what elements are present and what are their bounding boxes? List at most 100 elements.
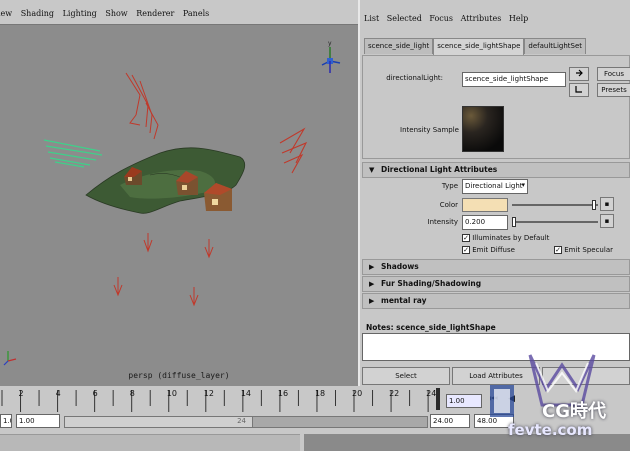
color-swatch[interactable] bbox=[462, 198, 508, 212]
camera-label: persp (diffuse_layer) bbox=[128, 371, 230, 380]
emit-diffuse-row[interactable]: ✓ Emit Diffuse bbox=[462, 246, 515, 254]
start-time-field[interactable]: 1.00 bbox=[0, 414, 12, 428]
frame-tick-label: 4 bbox=[56, 389, 61, 398]
illuminates-default-row[interactable]: ✓ Illuminates by Default bbox=[462, 234, 549, 242]
frame-tick-label: 24 bbox=[426, 389, 436, 398]
frame-tick-label: 10 bbox=[167, 389, 177, 398]
tab-scence-side-light-shape[interactable]: scence_side_lightShape bbox=[433, 38, 525, 55]
select-button[interactable]: Select bbox=[362, 367, 450, 385]
command-line[interactable] bbox=[0, 434, 300, 451]
expand-right-icon: ▶ bbox=[369, 280, 375, 288]
menu-panels[interactable]: Panels bbox=[183, 9, 209, 18]
range-start-field[interactable]: 1.00 bbox=[16, 414, 60, 428]
emit-diffuse-label: Emit Diffuse bbox=[472, 246, 515, 254]
intensity-sample-label: Intensity Sample bbox=[400, 126, 459, 134]
ambient-light-arrows[interactable] bbox=[43, 139, 103, 168]
chevron-down-icon: ▾ bbox=[521, 181, 525, 189]
expand-right-icon: ▶ bbox=[369, 263, 375, 271]
expand-right-icon: ▶ bbox=[369, 297, 375, 305]
illuminates-checkbox[interactable]: ✓ bbox=[462, 234, 470, 242]
section-fur-shading[interactable]: ▶ Fur Shading/Shadowing bbox=[362, 276, 630, 292]
emit-specular-label: Emit Specular bbox=[564, 246, 613, 254]
node-name-label: directionalLight: bbox=[386, 74, 443, 82]
ae-menu-list[interactable]: List bbox=[364, 14, 379, 23]
watermark-text-site: fevte.com bbox=[508, 421, 593, 439]
intensity-slider[interactable] bbox=[512, 221, 598, 223]
frame-tick-label: 14 bbox=[241, 389, 251, 398]
menu-shading[interactable]: Shading bbox=[21, 9, 54, 18]
perspective-viewport[interactable]: y persp (diffuse_layer) bbox=[0, 24, 358, 386]
checker-icon: ▪ bbox=[604, 200, 610, 208]
type-label: Type bbox=[441, 182, 458, 190]
light-type-dropdown[interactable]: Directional Light ▾ bbox=[462, 179, 528, 194]
light-type-value: Directional Light bbox=[465, 182, 523, 190]
range-slider-handle[interactable]: 24 bbox=[65, 417, 253, 427]
frame-tick-label: 18 bbox=[315, 389, 325, 398]
ae-menu-focus[interactable]: Focus bbox=[429, 14, 453, 23]
go-output-button[interactable] bbox=[569, 83, 589, 97]
section-shadows-title: Shadows bbox=[381, 262, 419, 271]
watermark-logo: CG時代 fevte.com bbox=[490, 345, 630, 451]
expand-down-icon: ▼ bbox=[369, 166, 375, 174]
ae-menu-help[interactable]: Help bbox=[509, 14, 528, 23]
directional-light-arrows-top[interactable] bbox=[125, 72, 159, 140]
intensity-label: Intensity bbox=[427, 218, 458, 226]
color-slider[interactable] bbox=[512, 204, 598, 206]
frame-tick-label: 20 bbox=[352, 389, 362, 398]
emit-specular-checkbox[interactable]: ✓ bbox=[554, 246, 562, 254]
ae-menu-attributes[interactable]: Attributes bbox=[461, 14, 502, 23]
section-directional-title: Directional Light Attributes bbox=[381, 165, 498, 174]
frame-tick-label: 16 bbox=[278, 389, 288, 398]
range-slider-end-label: 24 bbox=[237, 417, 246, 425]
intensity-field[interactable]: 0.200 bbox=[462, 215, 508, 230]
light-marker-icons[interactable] bbox=[113, 233, 214, 307]
menu-renderer[interactable]: Renderer bbox=[136, 9, 174, 18]
frame-tick-label: 22 bbox=[389, 389, 399, 398]
arrow-right-icon bbox=[576, 69, 583, 77]
svg-text:y: y bbox=[328, 40, 332, 47]
frame-tick-label: 12 bbox=[204, 389, 214, 398]
current-time-marker[interactable] bbox=[436, 388, 440, 410]
node-tabs: scence_side_light scence_side_lightShape d… bbox=[364, 38, 587, 55]
menu-lighting[interactable]: Lighting bbox=[63, 9, 97, 18]
frame-tick-label: 6 bbox=[93, 389, 98, 398]
attribute-editor-menubar: List Selected Focus Attributes Help bbox=[360, 0, 630, 28]
select-node-button[interactable] bbox=[569, 67, 589, 81]
frame-tick-label: 8 bbox=[130, 389, 135, 398]
node-name-field[interactable]: scence_side_lightShape bbox=[462, 72, 566, 87]
intensity-slider-handle[interactable] bbox=[512, 217, 516, 227]
intensity-map-button[interactable]: ▪ bbox=[600, 214, 614, 228]
presets-button[interactable]: Presets bbox=[597, 83, 630, 97]
range-slider[interactable]: 24 bbox=[64, 416, 428, 428]
menu-view[interactable]: iew bbox=[0, 9, 12, 18]
tab-default-light-set[interactable]: defaultLightSet bbox=[524, 38, 587, 54]
view-axis-gizmo-icon[interactable]: y bbox=[321, 40, 341, 73]
illuminates-label: Illuminates by Default bbox=[472, 234, 550, 242]
checker-icon: ▪ bbox=[604, 217, 610, 225]
color-slider-handle[interactable] bbox=[592, 200, 596, 210]
section-shadows[interactable]: ▶ Shadows bbox=[362, 259, 630, 275]
viewport-scene: y bbox=[3, 40, 341, 366]
watermark-text-cn: CG時代 bbox=[542, 401, 606, 422]
node-header: directionalLight: scence_side_lightShape… bbox=[362, 55, 630, 159]
frame-tick-label: 2 bbox=[19, 389, 24, 398]
emit-diffuse-checkbox[interactable]: ✓ bbox=[462, 246, 470, 254]
menu-show[interactable]: Show bbox=[105, 9, 127, 18]
attribute-editor: List Selected Focus Attributes Help scen… bbox=[358, 0, 630, 386]
color-label: Color bbox=[439, 201, 458, 209]
arrow-down-right-icon bbox=[575, 86, 582, 93]
intensity-sample-swatch bbox=[462, 106, 504, 152]
tab-scence-side-light[interactable]: scence_side_light bbox=[364, 38, 434, 54]
section-mental-ray[interactable]: ▶ mental ray bbox=[362, 293, 630, 309]
section-mental-ray-title: mental ray bbox=[381, 296, 427, 305]
directional-light-arrows-right[interactable] bbox=[279, 127, 308, 174]
current-frame-field[interactable]: 1.00 bbox=[446, 394, 482, 408]
ae-menu-selected[interactable]: Selected bbox=[387, 14, 422, 23]
emit-specular-row[interactable]: ✓ Emit Specular bbox=[554, 246, 613, 254]
viewport-menubar: iew Shading Lighting Show Renderer Panel… bbox=[0, 0, 358, 24]
directional-light-attributes: Type Directional Light ▾ Color ▪ Intensi… bbox=[362, 176, 630, 259]
color-map-button[interactable]: ▪ bbox=[600, 197, 614, 211]
range-end-field[interactable]: 24.00 bbox=[430, 414, 470, 428]
focus-button[interactable]: Focus bbox=[597, 67, 630, 81]
world-axis-icon bbox=[3, 351, 17, 366]
